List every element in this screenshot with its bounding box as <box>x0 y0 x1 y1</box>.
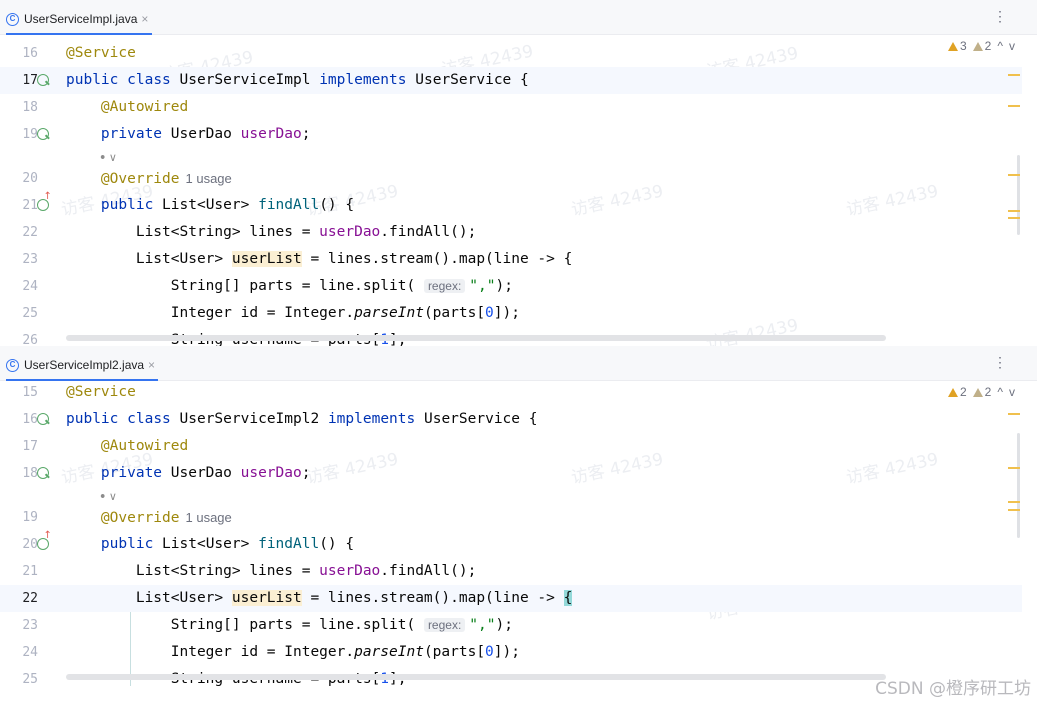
line-number: 16 <box>22 412 38 427</box>
editor-pane-bottom: 访客 42439 访客 42439 访客 42439 访客 42439 访客 4… <box>0 346 1037 686</box>
line-number: 19 <box>22 510 38 525</box>
line-number: 20 <box>22 537 38 552</box>
code-line[interactable]: 23 String[] parts = line.split( regex: ",… <box>0 612 1022 639</box>
code-editor[interactable]: 3 2 ^ v 16 @Service 17 public class User… <box>0 35 1037 346</box>
warning-stripe-marker[interactable] <box>1008 105 1020 107</box>
line-number: 25 <box>22 306 38 321</box>
parameter-hint: regex: <box>423 618 466 632</box>
editor-pane-top: 访客 42439 访客 42439 访客 42439 访客 42439 访客 4… <box>0 0 1037 346</box>
warning-stripe-marker[interactable] <box>1008 210 1020 212</box>
vertical-scrollbar[interactable] <box>1017 433 1020 538</box>
code-line[interactable]: 18 private UserDao userDao; <box>0 460 1022 487</box>
code-line[interactable]: 24 Integer id = Integer.parseInt(parts[0… <box>0 639 1022 666</box>
line-number: 19 <box>22 127 38 142</box>
line-number: 22 <box>22 591 38 606</box>
close-icon[interactable]: × <box>141 12 148 26</box>
line-number: 15 <box>22 385 38 400</box>
matched-brace: { <box>563 590 573 606</box>
code-line[interactable]: 19 @Override 1 usage <box>0 504 1022 531</box>
code-line[interactable]: 21 List<String> lines = userDao.findAll(… <box>0 558 1022 585</box>
warning-stripe-marker[interactable] <box>1008 509 1020 511</box>
more-options-icon[interactable]: ⋮ <box>993 354 1007 371</box>
code-line[interactable]: 16 public class UserServiceImpl2 impleme… <box>0 406 1022 433</box>
warning-stripe-marker[interactable] <box>1008 217 1020 219</box>
implementations-gutter-icon[interactable] <box>36 73 49 86</box>
java-class-icon: C <box>6 358 19 372</box>
java-class-icon: C <box>6 12 19 26</box>
more-options-icon[interactable]: ⋮ <box>993 8 1007 25</box>
code-editor[interactable]: 2 2 ^ v 15 @Service 16 public class User… <box>0 381 1037 686</box>
warning-stripe-marker[interactable] <box>1008 413 1020 415</box>
horizontal-scrollbar[interactable] <box>66 335 886 341</box>
code-line[interactable]: 15 @Service <box>0 379 1022 406</box>
parameter-hint: regex: <box>423 279 466 293</box>
code-line[interactable]: 18 @Autowired <box>0 94 1022 121</box>
line-number: 23 <box>22 252 38 267</box>
csdn-watermark: CSDN @橙序研工坊 <box>875 679 1031 699</box>
line-number: 18 <box>22 466 38 481</box>
warning-stripe-marker[interactable] <box>1008 467 1020 469</box>
overrides-gutter-icon[interactable] <box>36 191 52 211</box>
usage-hint[interactable]: 1 usage <box>186 171 232 186</box>
editor-tab-bar: C UserServiceImpl.java × ⋮ <box>0 0 1037 35</box>
editor-tab-bar: C UserServiceImpl2.java × ⋮ <box>0 346 1037 381</box>
implementations-gutter-icon[interactable] <box>36 127 49 140</box>
code-line[interactable]: 20 public List<User> findAll() { <box>0 530 1022 558</box>
vertical-scrollbar[interactable] <box>1017 155 1020 235</box>
line-number: 18 <box>22 100 38 115</box>
line-number: 24 <box>22 279 38 294</box>
code-line[interactable]: 16 @Service <box>0 40 1022 67</box>
close-icon[interactable]: × <box>148 358 155 372</box>
code-line[interactable]: 17 @Autowired <box>0 433 1022 460</box>
code-line[interactable]: 21 public List<User> findAll() { <box>0 191 1022 219</box>
editor-tab[interactable]: C UserServiceImpl2.java × <box>6 352 161 378</box>
horizontal-scrollbar[interactable] <box>66 674 886 680</box>
warning-stripe-marker[interactable] <box>1008 74 1020 76</box>
tab-filename: UserServiceImpl2.java <box>24 358 145 372</box>
warning-stripe-marker[interactable] <box>1008 501 1020 503</box>
line-number: 25 <box>22 672 38 686</box>
implementations-gutter-icon[interactable] <box>36 412 49 425</box>
line-number: 21 <box>22 564 38 579</box>
code-line[interactable]: 22 List<User> userList = lines.stream().… <box>0 585 1022 612</box>
code-line[interactable]: 25 Integer id = Integer.parseInt(parts[0… <box>0 300 1022 327</box>
line-number: 21 <box>22 198 38 213</box>
line-number: 22 <box>22 225 38 240</box>
overrides-gutter-icon[interactable] <box>36 530 52 550</box>
code-line[interactable]: 24 String[] parts = line.split( regex: ",… <box>0 273 1022 300</box>
tab-filename: UserServiceImpl.java <box>24 12 138 26</box>
implementations-gutter-icon[interactable] <box>36 466 49 479</box>
code-line[interactable]: 17 public class UserServiceImpl implemen… <box>0 67 1022 94</box>
line-number: 20 <box>22 171 38 186</box>
line-number: 26 <box>22 333 38 346</box>
warning-stripe-marker[interactable] <box>1008 174 1020 176</box>
code-line[interactable]: 20 @Override 1 usage <box>0 165 1022 192</box>
line-number: 23 <box>22 618 38 633</box>
code-line[interactable]: 23 List<User> userList = lines.stream().… <box>0 246 1022 273</box>
usage-hint[interactable]: 1 usage <box>186 510 232 525</box>
line-number: 17 <box>22 439 38 454</box>
line-number: 24 <box>22 645 38 660</box>
line-number: 17 <box>22 73 38 88</box>
editor-tab[interactable]: C UserServiceImpl.java × <box>6 6 154 32</box>
line-number: 16 <box>22 46 38 61</box>
code-line[interactable]: 22 List<String> lines = userDao.findAll(… <box>0 219 1022 246</box>
code-line[interactable]: 19 private UserDao userDao; <box>0 121 1022 148</box>
